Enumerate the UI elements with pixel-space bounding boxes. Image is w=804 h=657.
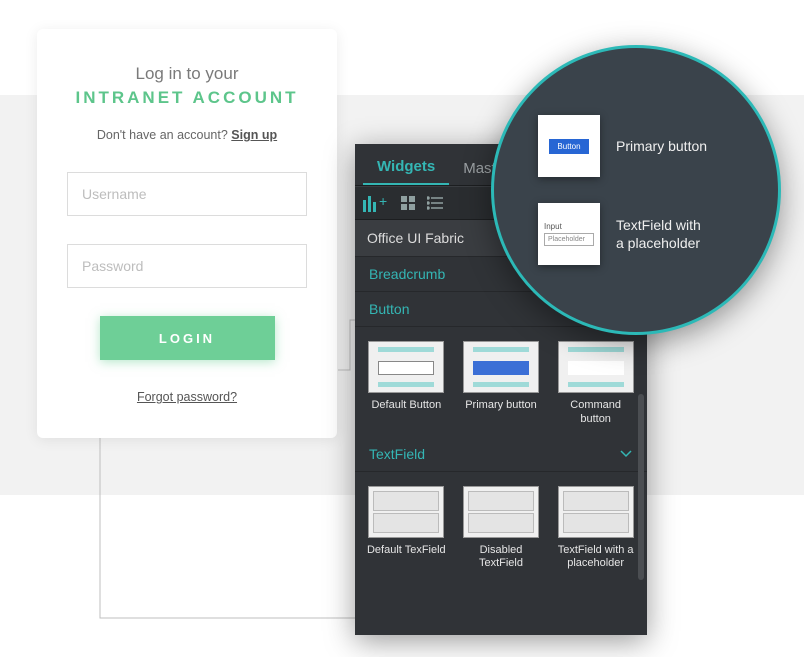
thumb-default-button [368, 341, 444, 393]
tile-label: Default TexField [366, 544, 446, 558]
forgot-password-link[interactable]: Forgot password? [137, 390, 237, 404]
list-view-icon[interactable] [427, 196, 443, 210]
thumb-textfield-placeholder [558, 486, 634, 538]
callout-label-textfield: TextField with a placeholder [616, 216, 701, 252]
section-button-label: Button [369, 301, 409, 317]
tile-label: Disabled TextField [461, 544, 541, 572]
tile-label: TextField with a placeholder [556, 544, 636, 572]
textfield-grid: Default TexField Disabled TextField Text… [355, 472, 647, 582]
login-title-line2: INTRANET ACCOUNT [67, 88, 307, 108]
thumb-disabled-textfield [463, 486, 539, 538]
callout-textfield-line2: a placeholder [616, 234, 701, 252]
signup-link[interactable]: Sign up [231, 128, 277, 142]
swatch-primary-button: Button [538, 115, 600, 177]
tile-label: Default Button [366, 399, 446, 413]
section-textfield[interactable]: TextField [355, 437, 647, 472]
username-input[interactable] [67, 172, 307, 216]
tile-default-textfield[interactable]: Default TexField [366, 486, 446, 572]
callout-row-primary-button: Button Primary button [538, 115, 778, 177]
section-breadcrumb-label: Breadcrumb [369, 266, 445, 282]
section-textfield-label: TextField [369, 446, 425, 462]
callout-row-textfield: Input Placeholder TextField with a place… [538, 203, 778, 265]
callout-textfield-line1: TextField with [616, 216, 701, 234]
scrollbar[interactable] [638, 394, 644, 580]
signup-prompt: Don't have an account? [97, 128, 231, 142]
tile-command-button[interactable]: Command button [556, 341, 636, 427]
tile-textfield-placeholder[interactable]: TextField with a placeholder [556, 486, 636, 572]
tile-label: Primary button [461, 399, 541, 413]
login-title-line1: Log in to your [67, 64, 307, 84]
tile-disabled-textfield[interactable]: Disabled TextField [461, 486, 541, 572]
password-input[interactable] [67, 244, 307, 288]
svg-text:+: + [379, 194, 387, 209]
callout-circle: Button Primary button Input Placeholder … [491, 45, 781, 335]
swatch-textfield: Input Placeholder [538, 203, 600, 265]
login-card: Log in to your INTRANET ACCOUNT Don't ha… [37, 29, 337, 438]
thumb-primary-button [463, 341, 539, 393]
login-button[interactable]: LOGIN [100, 316, 275, 360]
swatch-button-label: Button [549, 139, 588, 154]
tile-label: Command button [556, 399, 636, 427]
button-grid: Default Button Primary button Command bu… [355, 327, 647, 437]
tab-widgets[interactable]: Widgets [363, 148, 449, 185]
chevron-down-icon [619, 446, 633, 462]
thumb-command-button [558, 341, 634, 393]
tile-default-button[interactable]: Default Button [366, 341, 446, 427]
tile-primary-button[interactable]: Primary button [461, 341, 541, 427]
swatch-input-placeholder: Placeholder [544, 233, 594, 246]
signup-row: Don't have an account? Sign up [67, 128, 307, 142]
callout-label-primary-button: Primary button [616, 137, 707, 155]
thumb-default-textfield [368, 486, 444, 538]
swatch-input-label: Input [544, 222, 562, 231]
library-add-icon[interactable]: + [363, 194, 389, 212]
grid-view-icon[interactable] [401, 196, 415, 210]
